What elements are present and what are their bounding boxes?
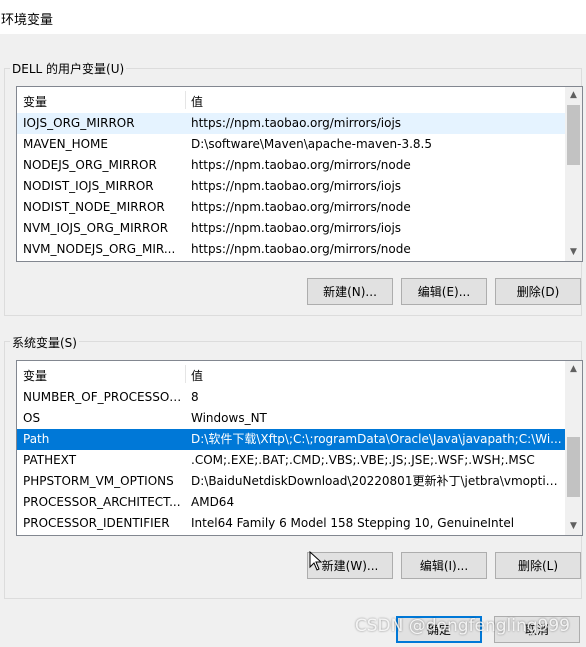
column-header-value[interactable]: 值: [191, 367, 203, 384]
system-list-header: 变量 值: [17, 361, 582, 385]
column-header-variable[interactable]: 变量: [23, 367, 47, 384]
variable-value-cell: 8: [191, 390, 199, 404]
variable-name-cell: PHPSTORM_VM_OPTIONS: [23, 474, 174, 488]
table-row[interactable]: PROCESSOR_ARCHITECT... AMD64: [17, 492, 565, 513]
user-delete-button[interactable]: 删除(D): [495, 278, 581, 305]
variable-name-cell: NODIST_NODE_MIRROR: [23, 200, 165, 214]
variable-value-cell: https://npm.taobao.org/mirrors/iojs: [191, 179, 402, 193]
variable-name-cell: NVM_NODEJS_ORG_MIR...: [23, 242, 176, 256]
variable-name-cell: NUMBER_OF_PROCESSORS: [23, 390, 183, 404]
variable-name-cell: NVM_IOJS_ORG_MIRROR: [23, 221, 169, 235]
table-row[interactable]: NVM_NODEJS_ORG_MIR... https://npm.taobao.…: [17, 239, 565, 260]
table-row[interactable]: NUMBER_OF_PROCESSORS 8: [17, 387, 565, 408]
table-row[interactable]: NODEJS_ORG_MIRROR https://npm.taobao.org/…: [17, 155, 565, 176]
scroll-down-icon[interactable]: ▼: [565, 244, 582, 261]
table-row[interactable]: PROCESSOR_IDENTIFIER Intel64 Family 6 Mod…: [17, 513, 565, 534]
variable-value-cell: Intel64 Family 6 Model 158 Stepping 10, …: [191, 516, 515, 530]
table-row[interactable]: NODIST_IOJS_MIRROR https://npm.taobao.org…: [17, 176, 565, 197]
user-edit-button[interactable]: 编辑(E)...: [401, 278, 487, 305]
variable-value-cell: Windows_NT: [191, 411, 267, 425]
table-row[interactable]: Path D:\软件下载\Xftp\;C:\;rogramData\Oracle\…: [17, 429, 565, 450]
user-list-scrollbar[interactable]: ▲ ▼: [565, 87, 582, 261]
watermark: CSDN @dongfengling999: [354, 616, 570, 636]
scroll-thumb[interactable]: [567, 437, 580, 497]
table-row[interactable]: OS Windows_NT: [17, 408, 565, 429]
column-header-variable[interactable]: 变量: [23, 93, 47, 110]
table-row[interactable]: NVM_IOJS_ORG_MIRROR https://npm.taobao.or…: [17, 218, 565, 239]
system-variables-label: 系统变量(S): [10, 334, 79, 351]
table-row[interactable]: PHPSTORM_VM_OPTIONS D:\BaiduNetdiskDownlo…: [17, 471, 565, 492]
user-variables-list[interactable]: 变量 值 IOJS_ORG_MIRROR https://npm.taobao.o…: [16, 86, 583, 262]
variable-value-cell: https://npm.taobao.org/mirrors/node: [191, 242, 411, 256]
variable-value-cell: AMD64: [191, 495, 235, 509]
variable-name-cell: MAVEN_HOME: [23, 137, 108, 151]
column-divider[interactable]: [185, 91, 186, 109]
variable-value-cell: D:\software\Maven\apache-maven-3.8.5: [191, 137, 432, 151]
system-list-scrollbar[interactable]: ▲ ▼: [565, 361, 582, 535]
window-title: 环境变量: [1, 13, 54, 28]
mouse-cursor-icon: [309, 551, 323, 571]
variable-name-cell: PROCESSOR_IDENTIFIER: [23, 516, 170, 530]
variable-name-cell: Path: [23, 432, 50, 446]
scroll-thumb[interactable]: [567, 105, 580, 165]
system-delete-button[interactable]: 删除(L): [495, 552, 581, 579]
variable-value-cell: D:\软件下载\Xftp\;C:\;rogramData\Oracle\Java…: [191, 432, 562, 446]
table-row[interactable]: PATHEXT .COM;.EXE;.BAT;.CMD;.VBS;.VBE;.JS…: [17, 450, 565, 471]
user-list-header: 变量 值: [17, 87, 582, 111]
scroll-up-icon[interactable]: ▲: [565, 87, 582, 104]
variable-value-cell: https://npm.taobao.org/mirrors/node: [191, 200, 411, 214]
variable-value-cell: https://npm.taobao.org/mirrors/iojs: [191, 116, 402, 130]
variable-name-cell: PATHEXT: [23, 453, 77, 467]
column-divider[interactable]: [185, 365, 186, 383]
user-new-button[interactable]: 新建(N)...: [307, 278, 393, 305]
variable-value-cell: https://npm.taobao.org/mirrors/iojs: [191, 221, 402, 235]
variable-value-cell: D:\BaiduNetdiskDownload\20220801更新补丁\jet…: [191, 474, 563, 488]
user-variables-label: DELL 的用户变量(U): [10, 60, 127, 77]
column-header-value[interactable]: 值: [191, 93, 203, 110]
table-row[interactable]: MAVEN_HOME D:\software\Maven\apache-maven…: [17, 134, 565, 155]
variable-name-cell: OS: [23, 411, 41, 425]
system-variables-list[interactable]: 变量 值 NUMBER_OF_PROCESSORS 8 OS Windows_NT Pa…: [16, 360, 583, 536]
table-row[interactable]: NODIST_NODE_MIRROR https://npm.taobao.org…: [17, 197, 565, 218]
variable-value-cell: https://npm.taobao.org/mirrors/node: [191, 158, 411, 172]
variable-name-cell: IOJS_ORG_MIRROR: [23, 116, 135, 130]
scroll-down-icon[interactable]: ▼: [565, 518, 582, 535]
variable-value-cell: .COM;.EXE;.BAT;.CMD;.VBS;.VBE;.JS;.JSE;.…: [191, 453, 535, 467]
variable-name-cell: PROCESSOR_ARCHITECT...: [23, 495, 181, 509]
table-row[interactable]: IOJS_ORG_MIRROR https://npm.taobao.org/mi…: [17, 113, 565, 134]
variable-name-cell: NODEJS_ORG_MIRROR: [23, 158, 157, 172]
scroll-up-icon[interactable]: ▲: [565, 361, 582, 378]
title-bar: 环境变量: [0, 0, 586, 34]
system-edit-button[interactable]: 编辑(I)...: [401, 552, 487, 579]
variable-name-cell: NODIST_IOJS_MIRROR: [23, 179, 154, 193]
